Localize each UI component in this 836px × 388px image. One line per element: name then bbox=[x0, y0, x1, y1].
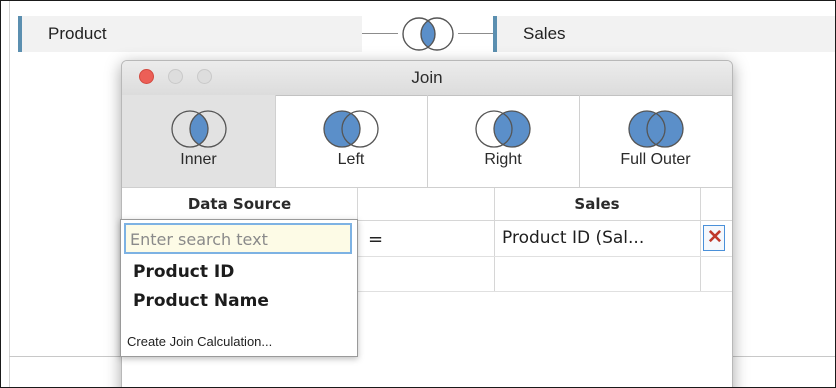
join-type-divider bbox=[427, 95, 428, 187]
left-column-header: Data Source bbox=[187, 195, 292, 213]
right-join-field[interactable]: Product ID (Sal... bbox=[502, 228, 644, 248]
join-type-inner[interactable]: Inner bbox=[122, 95, 275, 187]
right-table-name: Sales bbox=[523, 24, 566, 43]
search-input[interactable]: Enter search text bbox=[124, 223, 352, 254]
grid-divider bbox=[700, 188, 701, 292]
join-connector-left bbox=[362, 33, 398, 34]
left-join-venn-icon bbox=[319, 109, 383, 154]
join-type-label: Left bbox=[337, 151, 365, 168]
join-canvas: Product Sales Join Inner Left Right Full… bbox=[0, 0, 836, 388]
field-option-product-name[interactable]: Product Name bbox=[133, 291, 269, 311]
left-table-pill[interactable]: Product bbox=[18, 16, 362, 52]
remove-clause-button[interactable]: ✕ bbox=[703, 225, 725, 251]
join-type-label: Full Outer bbox=[620, 151, 691, 168]
right-column-header: Sales bbox=[574, 195, 620, 213]
join-type-full-outer[interactable]: Full Outer bbox=[579, 95, 732, 187]
canvas-edge bbox=[9, 1, 10, 387]
inner-join-venn-icon bbox=[167, 109, 231, 154]
right-join-venn-icon bbox=[471, 109, 535, 154]
join-clause-header: Data Source Sales bbox=[122, 188, 732, 221]
full-outer-join-venn-icon bbox=[624, 109, 688, 154]
close-icon: ✕ bbox=[707, 227, 723, 248]
field-picker-dropdown: Enter search text Product ID Product Nam… bbox=[120, 219, 358, 357]
grid-divider bbox=[494, 188, 495, 292]
field-option-product-id[interactable]: Product ID bbox=[133, 262, 234, 282]
inner-join-venn-icon[interactable] bbox=[398, 16, 458, 57]
join-type-right[interactable]: Right bbox=[427, 95, 579, 187]
join-operator[interactable]: = bbox=[368, 229, 383, 250]
join-type-divider bbox=[275, 95, 276, 187]
join-connector-right bbox=[458, 33, 493, 34]
join-type-label: Right bbox=[484, 151, 522, 168]
join-type-label: Inner bbox=[180, 151, 217, 168]
dialog-titlebar[interactable]: Join bbox=[122, 61, 732, 96]
join-type-divider bbox=[579, 95, 580, 187]
left-table-name: Product bbox=[48, 24, 107, 43]
join-type-left[interactable]: Left bbox=[275, 95, 427, 187]
create-join-calculation-link[interactable]: Create Join Calculation... bbox=[127, 334, 272, 349]
dialog-title: Join bbox=[411, 68, 443, 87]
right-table-pill[interactable]: Sales bbox=[493, 16, 835, 52]
